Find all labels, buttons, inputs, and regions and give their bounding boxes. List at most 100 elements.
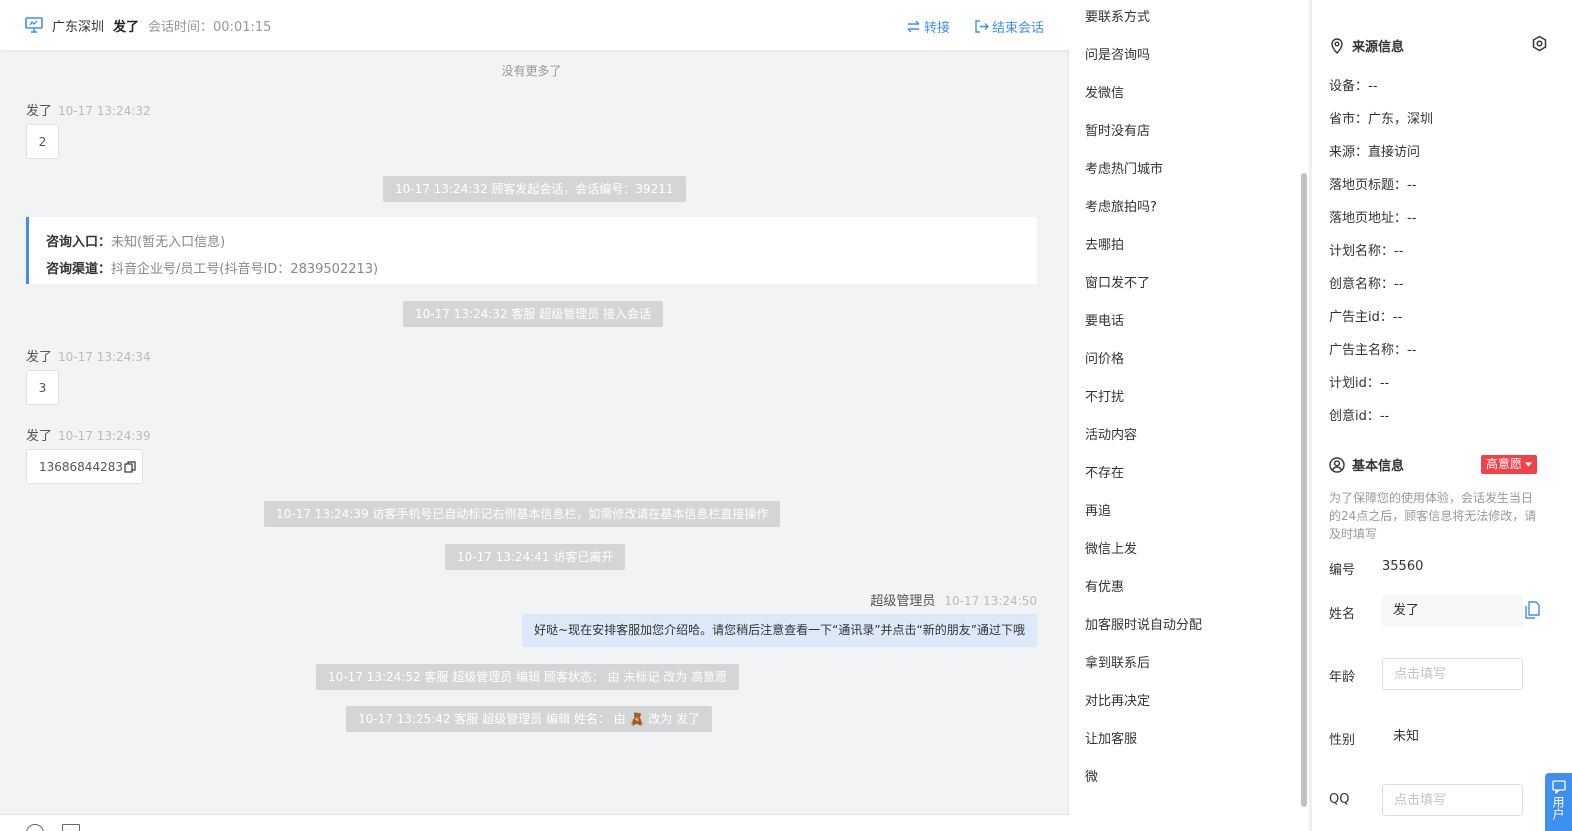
source-info-row: 计划名称：-- bbox=[1329, 244, 1404, 259]
quick-reply-item[interactable]: 不打扰 bbox=[1085, 386, 1124, 405]
end-session-button[interactable]: 结束会话 bbox=[974, 17, 1044, 36]
channel-row: 咨询渠道：抖音企业号/员工号(抖音号ID：2839502213) bbox=[46, 256, 1020, 283]
qq-label: QQ bbox=[1329, 792, 1350, 807]
source-info-title: 来源信息 bbox=[1329, 36, 1404, 55]
visitor-message: 2 bbox=[26, 124, 59, 159]
message-text: 13686844283 bbox=[39, 459, 123, 474]
quick-reply-item[interactable]: 窗口发不了 bbox=[1085, 272, 1150, 291]
session-time: 会话时间：00:01:15 bbox=[148, 19, 272, 35]
visitor-message: 3 bbox=[26, 370, 59, 405]
message-text: 2 bbox=[38, 134, 47, 149]
settings-icon[interactable] bbox=[1531, 35, 1548, 52]
quick-reply-item[interactable]: 去哪拍 bbox=[1085, 234, 1124, 253]
chat-panel: 广东深圳 发了 会话时间：00:01:15 转接 结束会话 没有更多了 发了 10… bbox=[0, 0, 1069, 831]
transfer-label: 转接 bbox=[923, 21, 950, 36]
system-message: 10-17 13:24:39 访客手机号已自动标记右侧基本信息栏，如需修改请在基… bbox=[264, 501, 781, 527]
customer-info-panel: 来源信息 设备：-- 省市：广东，深圳 来源：直接访问 落地页标题：-- 落地页地址：-… bbox=[1312, 0, 1572, 831]
system-message: 10-17 13:24:41 访客已离开 bbox=[445, 544, 626, 570]
quick-reply-item[interactable]: 让加客服 bbox=[1085, 728, 1137, 747]
source-info-label: 来源信息 bbox=[1352, 40, 1405, 55]
source-info-row: 来源：直接访问 bbox=[1329, 145, 1421, 160]
agent-message-time: 10-17 13:24:50 bbox=[944, 594, 1037, 608]
chat-header: 广东深圳 发了 会话时间：00:01:15 转接 结束会话 bbox=[0, 0, 1069, 50]
source-info-row: 落地页地址：-- bbox=[1329, 211, 1417, 226]
source-info-row: 落地页标题：-- bbox=[1329, 178, 1417, 193]
intent-status-label: 高意愿 bbox=[1486, 457, 1523, 471]
emoji-icon[interactable] bbox=[26, 824, 44, 831]
system-message: 10-17 13:24:32 客服 超级管理员 接入会话 bbox=[403, 301, 664, 327]
visitor-location: 广东深圳 bbox=[52, 19, 105, 35]
quick-reply-item[interactable]: 不存在 bbox=[1085, 462, 1124, 481]
entry-label: 咨询入口： bbox=[46, 235, 112, 250]
gender-label: 性别 bbox=[1329, 733, 1356, 748]
quick-reply-item[interactable]: 活动内容 bbox=[1085, 424, 1137, 443]
quick-reply-item[interactable]: 问价格 bbox=[1085, 348, 1124, 367]
quick-reply-item[interactable]: 拿到联系后 bbox=[1085, 652, 1150, 671]
basic-info-label: 基本信息 bbox=[1352, 459, 1405, 474]
sender-name: 发了 bbox=[26, 429, 53, 444]
message-meta: 发了 10-17 13:24:32 bbox=[26, 100, 151, 119]
age-input[interactable] bbox=[1382, 658, 1523, 690]
quick-reply-item[interactable]: 暂时没有店 bbox=[1085, 120, 1150, 139]
location-pin-icon bbox=[1331, 37, 1343, 54]
intent-status-dropdown[interactable]: 高意愿 bbox=[1481, 455, 1538, 474]
id-label: 编号 bbox=[1329, 563, 1356, 578]
source-info-row: 广告主id：-- bbox=[1329, 310, 1403, 325]
chat-bubble-icon bbox=[1551, 780, 1566, 794]
agent-message-meta: 超级管理员 10-17 13:24:50 bbox=[870, 590, 1037, 609]
qq-input[interactable] bbox=[1382, 784, 1523, 816]
quick-reply-item[interactable]: 加客服时说自动分配 bbox=[1085, 614, 1202, 633]
basic-info-title: 基本信息 bbox=[1329, 455, 1404, 474]
system-message: 10-17 13:24:52 客服 超级管理员 编辑 顾客状态： 由 未标记 改… bbox=[316, 664, 740, 690]
quick-reply-item[interactable]: 问是咨询吗 bbox=[1085, 44, 1150, 63]
quick-reply-item[interactable]: 要电话 bbox=[1085, 310, 1124, 329]
source-info-row: 计划id：-- bbox=[1329, 376, 1390, 391]
quick-reply-item[interactable]: 要联系方式 bbox=[1085, 6, 1150, 25]
sender-name: 发了 bbox=[26, 350, 53, 365]
system-message: 10-17 13:24:32 顾客发起会话，会话编号：39211 bbox=[383, 176, 686, 202]
message-meta: 发了 10-17 13:24:39 bbox=[26, 425, 151, 444]
source-info-row: 创意id：-- bbox=[1329, 409, 1390, 424]
no-more-text: 没有更多了 bbox=[501, 64, 562, 78]
monitor-icon bbox=[25, 17, 43, 33]
user-circle-icon bbox=[1329, 456, 1345, 473]
message-time: 10-17 13:24:34 bbox=[58, 350, 151, 364]
channel-label: 咨询渠道： bbox=[46, 262, 112, 277]
quick-reply-item[interactable]: 考虑旅拍吗? bbox=[1085, 196, 1157, 215]
copy-icon[interactable] bbox=[1525, 601, 1540, 619]
quick-reply-item[interactable]: 考虑热门城市 bbox=[1085, 158, 1163, 177]
message-meta: 发了 10-17 13:24:34 bbox=[26, 346, 151, 365]
age-label: 年龄 bbox=[1329, 670, 1356, 685]
logout-icon bbox=[975, 20, 989, 33]
transfer-button[interactable]: 转接 bbox=[906, 17, 950, 36]
quick-reply-item[interactable]: 有优惠 bbox=[1085, 576, 1124, 595]
consult-entry-card: 咨询入口：未知(暂无入口信息) 咨询渠道：抖音企业号/员工号(抖音号ID：283… bbox=[26, 217, 1037, 284]
message-list[interactable]: 没有更多了 发了 10-17 13:24:32 2 10-17 13:24:32 … bbox=[0, 50, 1069, 814]
agent-message: 好哒~现在安排客服加您介绍哈。请您稍后注意查看一下“通讯录”并点击“新的朋友”通… bbox=[522, 614, 1037, 647]
id-value: 35560 bbox=[1382, 559, 1424, 574]
visitor-name: 发了 bbox=[113, 19, 140, 35]
source-info-row: 创意名称：-- bbox=[1329, 277, 1404, 292]
edit-deadline-note: 为了保障您的使用体验，会话发生当日的24点之后，顾客信息将无法修改，请及时填写 bbox=[1329, 491, 1537, 541]
message-text: 3 bbox=[38, 380, 47, 395]
name-field[interactable]: 发了 bbox=[1382, 595, 1523, 627]
quick-reply-item[interactable]: 微信上发 bbox=[1085, 538, 1137, 557]
entry-value: 未知(暂无入口信息) bbox=[111, 235, 226, 250]
quick-reply-item[interactable]: 再追 bbox=[1085, 500, 1111, 519]
chat-input-toolbar bbox=[0, 814, 1069, 831]
user-help-button[interactable]: 用户 bbox=[1545, 773, 1572, 831]
message-time: 10-17 13:24:32 bbox=[58, 104, 151, 118]
source-info-row: 省市：广东，深圳 bbox=[1329, 112, 1434, 127]
scrollbar[interactable] bbox=[1301, 173, 1307, 807]
quick-reply-item[interactable]: 微 bbox=[1085, 766, 1098, 785]
image-icon[interactable] bbox=[62, 824, 80, 831]
quick-reply-item[interactable]: 对比再决定 bbox=[1085, 690, 1150, 709]
channel-value: 抖音企业号/员工号(抖音号ID：2839502213) bbox=[111, 262, 379, 277]
quick-reply-item[interactable]: 发微信 bbox=[1085, 82, 1124, 101]
gender-select[interactable]: 未知 bbox=[1382, 721, 1523, 753]
transfer-icon bbox=[907, 20, 920, 33]
end-session-label: 结束会话 bbox=[991, 21, 1044, 36]
user-help-label: 用户 bbox=[1551, 796, 1565, 820]
copy-icon[interactable] bbox=[124, 460, 136, 473]
quick-reply-list: 要联系方式问是咨询吗发微信暂时没有店考虑热门城市 考虑旅拍吗? 去哪拍窗口发不了要电… bbox=[1069, 0, 1309, 831]
